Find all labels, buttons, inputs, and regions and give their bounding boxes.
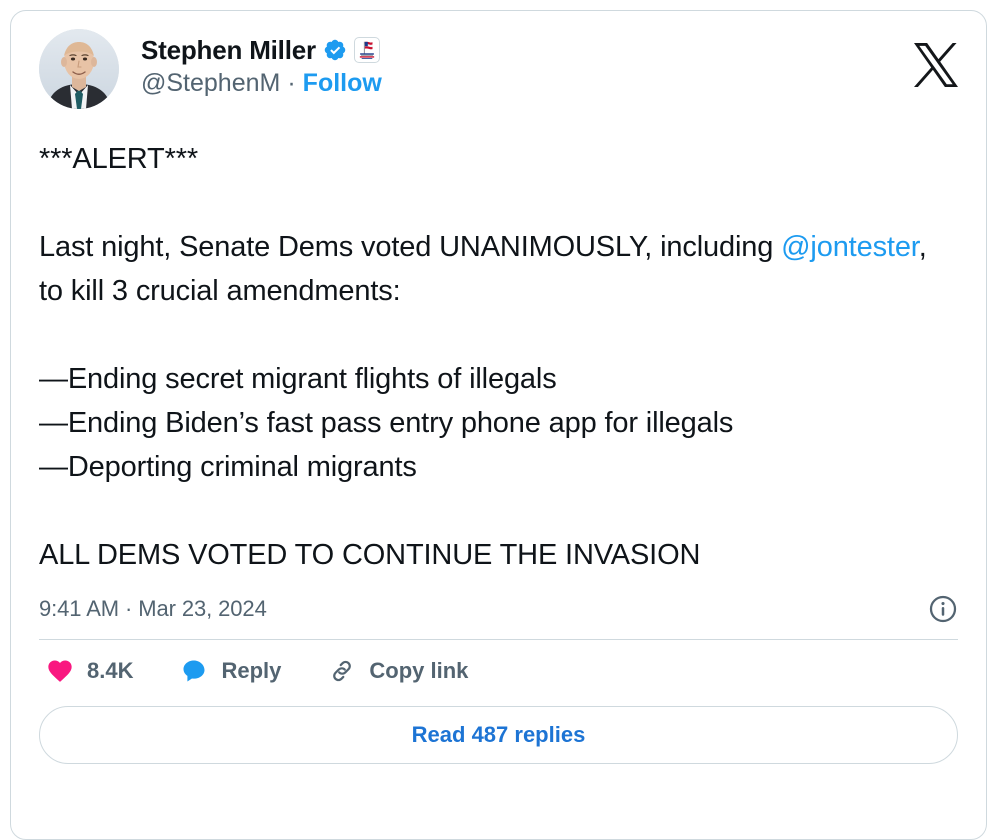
america-first-badge-icon[interactable] bbox=[353, 37, 380, 63]
tweet-card: Stephen Miller @StephenM · Follow ***ALE… bbox=[10, 10, 987, 840]
link-chain-icon bbox=[327, 657, 357, 685]
mention-link-jontester[interactable]: @jontester bbox=[781, 231, 919, 263]
x-logo-icon[interactable] bbox=[914, 43, 958, 87]
display-name[interactable]: Stephen Miller bbox=[141, 35, 316, 66]
info-circle-icon[interactable] bbox=[928, 594, 958, 624]
like-button[interactable]: 8.4K bbox=[45, 657, 133, 685]
speech-bubble-icon bbox=[179, 657, 209, 685]
like-count: 8.4K bbox=[87, 658, 134, 683]
tweet-actions-bar: 8.4K Reply Copy link bbox=[39, 640, 958, 702]
author-identity: Stephen Miller @StephenM · Follow bbox=[141, 29, 382, 98]
copy-link-button[interactable]: Copy link bbox=[327, 657, 468, 685]
follow-button[interactable]: Follow bbox=[303, 69, 382, 98]
read-replies-button[interactable]: Read 487 replies bbox=[39, 706, 958, 764]
author-handle-row: @StephenM · Follow bbox=[141, 69, 382, 98]
tweet-timestamp[interactable]: 9:41 AM · Mar 23, 2024 bbox=[39, 596, 267, 622]
reply-button[interactable]: Reply bbox=[179, 657, 281, 685]
tweet-text: ***ALERT*** Last night, Senate Dems vote… bbox=[39, 137, 958, 577]
tweet-meta-row: 9:41 AM · Mar 23, 2024 bbox=[39, 589, 958, 629]
author-handle[interactable]: @StephenM bbox=[141, 69, 280, 98]
heart-icon bbox=[45, 657, 75, 685]
avatar[interactable] bbox=[39, 29, 119, 109]
copy-link-label: Copy link bbox=[369, 658, 469, 683]
reply-label: Reply bbox=[221, 658, 282, 683]
tweet-line-alert: ***ALERT*** bbox=[39, 143, 199, 175]
tweet-header: Stephen Miller @StephenM · Follow bbox=[39, 29, 958, 115]
handle-separator: · bbox=[287, 69, 296, 97]
tweet-paragraph-prefix: Last night, Senate Dems voted UNANIMOUSL… bbox=[39, 231, 782, 263]
tweet-bullet-3: —Deporting criminal migrants bbox=[39, 451, 417, 483]
tweet-closing-line: ALL DEMS VOTED TO CONTINUE THE INVASION bbox=[39, 539, 701, 571]
verified-check-icon bbox=[323, 38, 347, 62]
tweet-bullet-2: —Ending Biden’s fast pass entry phone ap… bbox=[39, 407, 734, 439]
tweet-bullet-1: —Ending secret migrant flights of illega… bbox=[39, 363, 557, 395]
author-name-row: Stephen Miller bbox=[141, 33, 382, 67]
